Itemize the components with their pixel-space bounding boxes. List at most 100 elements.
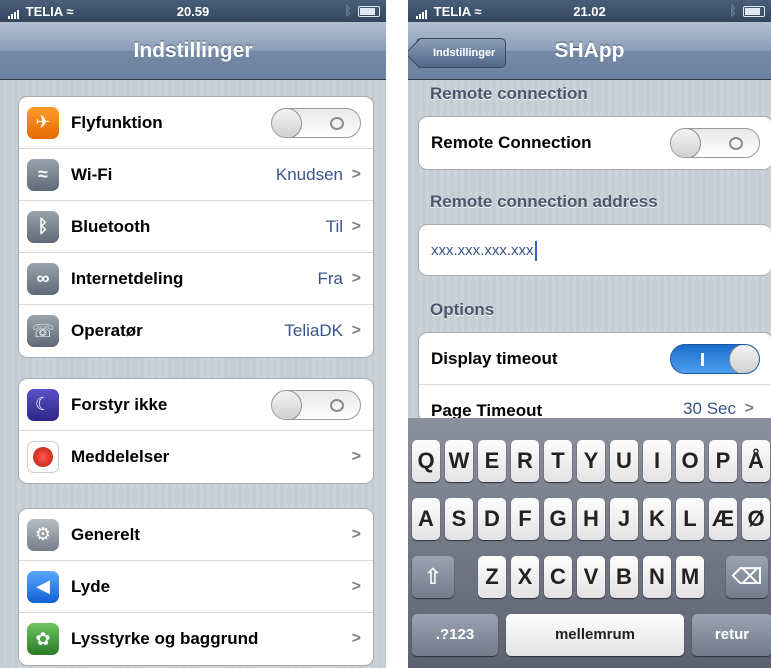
section-header-options: Options (430, 300, 495, 319)
numbers-key[interactable]: .?123 (412, 614, 498, 656)
settings-row-label: Bluetooth (71, 216, 151, 236)
key-ø[interactable]: Ø (742, 498, 770, 540)
status-bar: TELIA ≈ 21.02 ᛒ (408, 0, 771, 22)
remote-connection-group: Remote Connection (418, 116, 771, 170)
space-key[interactable]: mellemrum (506, 614, 684, 656)
key-å[interactable]: Å (742, 440, 770, 482)
display-timeout-toggle[interactable] (670, 343, 760, 374)
key-s[interactable]: S (445, 498, 473, 540)
airplane-icon: ✈ (27, 106, 59, 139)
key-e[interactable]: E (478, 440, 506, 482)
phone-icon: ☏ (27, 315, 59, 347)
navigation-bar: Indstillinger (0, 22, 386, 80)
key-m[interactable]: M (676, 556, 704, 598)
on-screen-keyboard: Q W E R T Y U I O P Å A S D F G H J K L Æ Ø ⇧ Z X C V B N M ⌫ .?123 mell… (408, 418, 771, 668)
key-u[interactable]: U (610, 440, 638, 482)
remote-connection-toggle[interactable] (670, 128, 760, 158)
settings-row-value: Knudsen (275, 164, 343, 184)
key-d[interactable]: D (478, 498, 506, 540)
key-z[interactable]: Z (478, 556, 506, 598)
settings-row-forstyr-ikke[interactable]: ☾ Forstyr ikke (19, 379, 373, 431)
chevron-right-icon: > (351, 448, 361, 465)
settings-row-lyde[interactable]: ◀ Lyde > (19, 561, 373, 613)
key-f[interactable]: F (511, 498, 539, 540)
key-h[interactable]: H (577, 498, 605, 540)
wifi-icon: ≈ (27, 158, 59, 191)
settings-row-label: Operatør (71, 321, 143, 340)
key-g[interactable]: G (544, 498, 572, 540)
key-w[interactable]: W (445, 440, 473, 482)
key-i[interactable]: I (643, 440, 671, 482)
settings-row-internetdeling[interactable]: ∞ Internetdeling Fra > (19, 253, 373, 305)
settings-row-label: Wi-Fi (71, 164, 113, 184)
shapp-settings-screen: TELIA ≈ 21.02 ᛒ Indstillinger SHApp Remo… (408, 0, 771, 668)
settings-row-wi-fi[interactable]: ≈ Wi-Fi Knudsen > (19, 149, 373, 201)
settings-row-label: Internetdeling (71, 268, 184, 288)
key-x[interactable]: X (511, 556, 539, 598)
back-button[interactable]: Indstillinger (416, 38, 507, 68)
settings-row-value: Fra (317, 268, 344, 288)
navigation-bar: Indstillinger SHApp (408, 22, 771, 80)
speaker-icon: ◀ (27, 570, 59, 603)
text-caret (534, 241, 537, 261)
clock: 21.02 (573, 4, 606, 19)
key-n[interactable]: N (643, 556, 671, 598)
page-timeout-value: 30 Sec (683, 399, 736, 418)
key-a[interactable]: A (412, 498, 440, 540)
remote-connection-label: Remote Connection (431, 133, 592, 152)
remote-address-field[interactable]: xxx.xxx.xxx.xxx (418, 224, 771, 276)
bluetooth-icon: ᛒ (27, 210, 59, 243)
clock: 20.59 (176, 4, 210, 19)
settings-row-operatør[interactable]: ☏ Operatør TeliaDK > (19, 305, 373, 357)
key-b[interactable]: B (610, 556, 638, 598)
chevron-right-icon: > (351, 577, 361, 595)
chevron-right-icon: > (351, 322, 361, 339)
shift-key[interactable]: ⇧ (412, 556, 454, 598)
options-group: Display timeout Page Timeout 30 Sec > (418, 332, 771, 422)
settings-group-connectivity: ✈ Flyfunktion ≈ Wi-Fi Knudsen > ᛒ Bluetooth Til >… (18, 96, 374, 358)
key-t[interactable]: T (544, 440, 572, 482)
return-key[interactable]: retur (692, 614, 771, 656)
settings-row-flyfunktion[interactable]: ✈ Flyfunktion (19, 97, 373, 149)
section-header-address: Remote connection address (430, 192, 658, 211)
settings-row-label: Lyde (71, 576, 111, 596)
key-q[interactable]: Q (412, 440, 440, 482)
key-r[interactable]: R (511, 440, 539, 482)
settings-row-label: Lysstyrke og baggrund (71, 629, 259, 648)
chevron-right-icon: > (351, 165, 361, 183)
key-p[interactable]: P (709, 440, 737, 482)
key-j[interactable]: J (610, 498, 638, 540)
key-o[interactable]: O (676, 440, 704, 482)
remote-address-value: xxx.xxx.xxx.xxx (431, 241, 534, 259)
flyfunktion-toggle[interactable] (271, 107, 361, 138)
settings-row-bluetooth[interactable]: ᛒ Bluetooth Til > (19, 201, 373, 253)
settings-row-label: Forstyr ikke (71, 394, 168, 414)
key-y[interactable]: Y (577, 440, 605, 482)
key-æ[interactable]: Æ (709, 498, 737, 540)
chevron-right-icon: > (351, 269, 361, 287)
display-timeout-label: Display timeout (431, 348, 558, 368)
settings-screen: TELIA ≈ 20.59 ᛒ Indstillinger ✈ Flyfunkti… (0, 0, 386, 668)
forstyr-ikke-toggle[interactable] (271, 389, 361, 420)
page-timeout-row[interactable]: Page Timeout 30 Sec > (419, 385, 771, 421)
key-c[interactable]: C (544, 556, 572, 598)
chevron-right-icon: > (351, 525, 361, 543)
key-k[interactable]: K (643, 498, 671, 540)
key-l[interactable]: L (676, 498, 704, 540)
moon-icon: ☾ (27, 388, 59, 421)
chevron-right-icon: > (744, 400, 754, 417)
gear-icon: ⚙ (27, 518, 59, 551)
chevron-right-icon: > (351, 217, 361, 235)
page-title: Indstillinger (133, 39, 253, 62)
backspace-key[interactable]: ⌫ (726, 556, 768, 598)
settings-row-generelt[interactable]: ⚙ Generelt > (19, 509, 373, 561)
settings-row-label: Meddelelser (71, 447, 170, 466)
link-icon: ∞ (27, 262, 59, 295)
key-v[interactable]: V (577, 556, 605, 598)
settings-row-value: Til (325, 216, 343, 236)
settings-row-meddelelser[interactable]: Meddelelser > (19, 431, 373, 483)
battery-icon (743, 6, 765, 17)
settings-row-lysstyrke-og-baggrund[interactable]: ✿ Lysstyrke og baggrund > (19, 613, 373, 665)
section-header-remote: Remote connection (430, 84, 588, 103)
settings-row-label: Generelt (71, 524, 140, 544)
